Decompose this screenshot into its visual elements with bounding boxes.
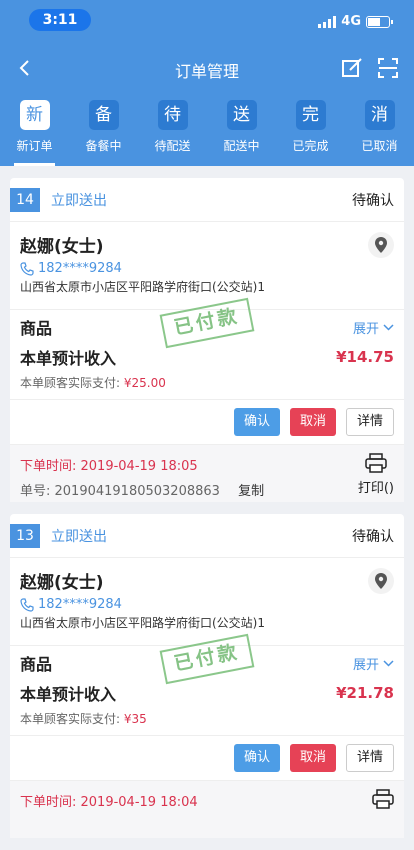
order-status-tabs: 新 新订单 备 备餐中 待 待配送 送 配送中 完 已完成 消 已取消 bbox=[0, 92, 414, 166]
tab-icon: 送 bbox=[226, 100, 257, 130]
scan-button[interactable] bbox=[376, 56, 400, 80]
edit-icon bbox=[342, 58, 362, 77]
paid-row: 本单顾客实际支付: ¥25.00 bbox=[10, 370, 404, 400]
order-state: 待确认 bbox=[352, 192, 394, 209]
tab-label: 待配送 bbox=[154, 139, 191, 153]
tab-new-orders[interactable]: 新 新订单 bbox=[0, 92, 69, 166]
tab-label: 已完成 bbox=[292, 139, 329, 153]
print-button[interactable]: 打印() bbox=[358, 453, 394, 496]
tab-delivering[interactable]: 送 配送中 bbox=[207, 92, 276, 166]
customer-address: 山西省太原市小店区平阳路学府街口(公交站)1 bbox=[20, 616, 265, 630]
tab-preparing[interactable]: 备 备餐中 bbox=[69, 92, 138, 166]
battery-icon bbox=[366, 15, 393, 28]
customer-phone[interactable]: 182****9284 bbox=[20, 261, 394, 276]
tab-icon: 新 bbox=[19, 100, 50, 130]
goods-label: 商品 bbox=[20, 319, 53, 338]
phone-icon bbox=[20, 261, 34, 276]
printer-icon bbox=[365, 453, 387, 473]
status-time: 3:11 bbox=[29, 9, 91, 31]
phone-icon bbox=[20, 597, 34, 612]
network-label: 4G bbox=[341, 14, 361, 29]
customer-name: 赵娜(女士) bbox=[20, 237, 104, 257]
expand-label: 展开 bbox=[352, 321, 379, 337]
print-label: 打印() bbox=[357, 481, 394, 496]
tab-icon: 消 bbox=[364, 100, 395, 130]
goods-label: 商品 bbox=[20, 655, 53, 674]
scan-icon bbox=[378, 58, 398, 78]
printer-icon bbox=[372, 789, 394, 809]
expand-button[interactable]: 展开 bbox=[353, 654, 394, 673]
tab-icon: 待 bbox=[157, 100, 188, 130]
expand-button[interactable]: 展开 bbox=[353, 318, 394, 337]
order-card: 14 立即送出 待确认 赵娜(女士) 182****9284 山西省太原市小店区… bbox=[10, 178, 404, 502]
customer-name: 赵娜(女士) bbox=[20, 573, 104, 593]
edit-button[interactable] bbox=[340, 56, 364, 80]
location-button[interactable] bbox=[368, 568, 394, 594]
delivery-type: 立即送出 bbox=[51, 192, 107, 209]
print-button[interactable] bbox=[372, 789, 394, 813]
expand-label: 展开 bbox=[352, 657, 379, 673]
phone-number: 182****9284 bbox=[38, 261, 122, 276]
detail-button[interactable]: 详情 bbox=[345, 408, 394, 436]
order-number-badge: 13 bbox=[10, 523, 40, 548]
tab-label: 新订单 bbox=[16, 139, 53, 153]
order-card: 13 立即送出 待确认 赵娜(女士) 182****9284 山西省太原市小店区… bbox=[10, 514, 404, 838]
paid-row: 本单顾客实际支付: ¥35 bbox=[10, 706, 404, 736]
tab-cancelled[interactable]: 消 已取消 bbox=[345, 92, 414, 166]
phone-number: 182****9284 bbox=[38, 597, 122, 612]
tab-label: 已取消 bbox=[361, 139, 398, 153]
order-state: 待确认 bbox=[352, 528, 394, 545]
tab-icon: 完 bbox=[295, 100, 326, 130]
copy-button[interactable]: 复制 bbox=[238, 484, 264, 499]
delivery-type: 立即送出 bbox=[51, 528, 107, 545]
order-time: 下单时间: 2019-04-19 18:04 bbox=[20, 795, 198, 810]
cancel-button[interactable]: 取消 bbox=[289, 408, 336, 436]
order-list: 14 立即送出 待确认 赵娜(女士) 182****9284 山西省太原市小店区… bbox=[10, 178, 404, 850]
chevron-down-icon bbox=[383, 323, 394, 331]
paid-value: ¥25.00 bbox=[123, 376, 166, 390]
income-label: 本单预计收入 bbox=[20, 685, 117, 704]
confirm-button[interactable]: 确认 bbox=[233, 408, 280, 436]
income-value: ¥14.75 bbox=[336, 348, 394, 366]
confirm-button[interactable]: 确认 bbox=[233, 744, 280, 772]
tab-label: 备餐中 bbox=[85, 139, 122, 153]
chevron-down-icon bbox=[383, 659, 394, 667]
detail-button[interactable]: 详情 bbox=[345, 744, 394, 772]
tab-awaiting-delivery[interactable]: 待 待配送 bbox=[138, 92, 207, 166]
location-pin-icon bbox=[375, 573, 387, 589]
cancel-button[interactable]: 取消 bbox=[289, 744, 336, 772]
customer-address: 山西省太原市小店区平阳路学府街口(公交站)1 bbox=[20, 280, 265, 294]
order-number-badge: 14 bbox=[10, 187, 40, 212]
signal-icon bbox=[318, 15, 337, 28]
tab-icon: 备 bbox=[88, 100, 119, 130]
income-label: 本单预计收入 bbox=[20, 349, 117, 368]
tab-label: 配送中 bbox=[223, 139, 260, 153]
paid-label: 本单顾客实际支付: bbox=[20, 712, 121, 726]
paid-label: 本单顾客实际支付: bbox=[20, 376, 121, 390]
tab-completed[interactable]: 完 已完成 bbox=[276, 92, 345, 166]
nav-bar: 订单管理 bbox=[0, 44, 414, 92]
income-value: ¥21.78 bbox=[336, 684, 394, 702]
order-no: 单号: 20190419180503208863 bbox=[20, 484, 220, 499]
order-time: 下单时间: 2019-04-19 18:05 bbox=[20, 459, 198, 474]
customer-phone[interactable]: 182****9284 bbox=[20, 597, 394, 612]
status-bar: 3:11 4G bbox=[0, 0, 414, 44]
paid-value: ¥35 bbox=[123, 712, 147, 726]
location-pin-icon bbox=[375, 237, 387, 253]
location-button[interactable] bbox=[368, 232, 394, 258]
